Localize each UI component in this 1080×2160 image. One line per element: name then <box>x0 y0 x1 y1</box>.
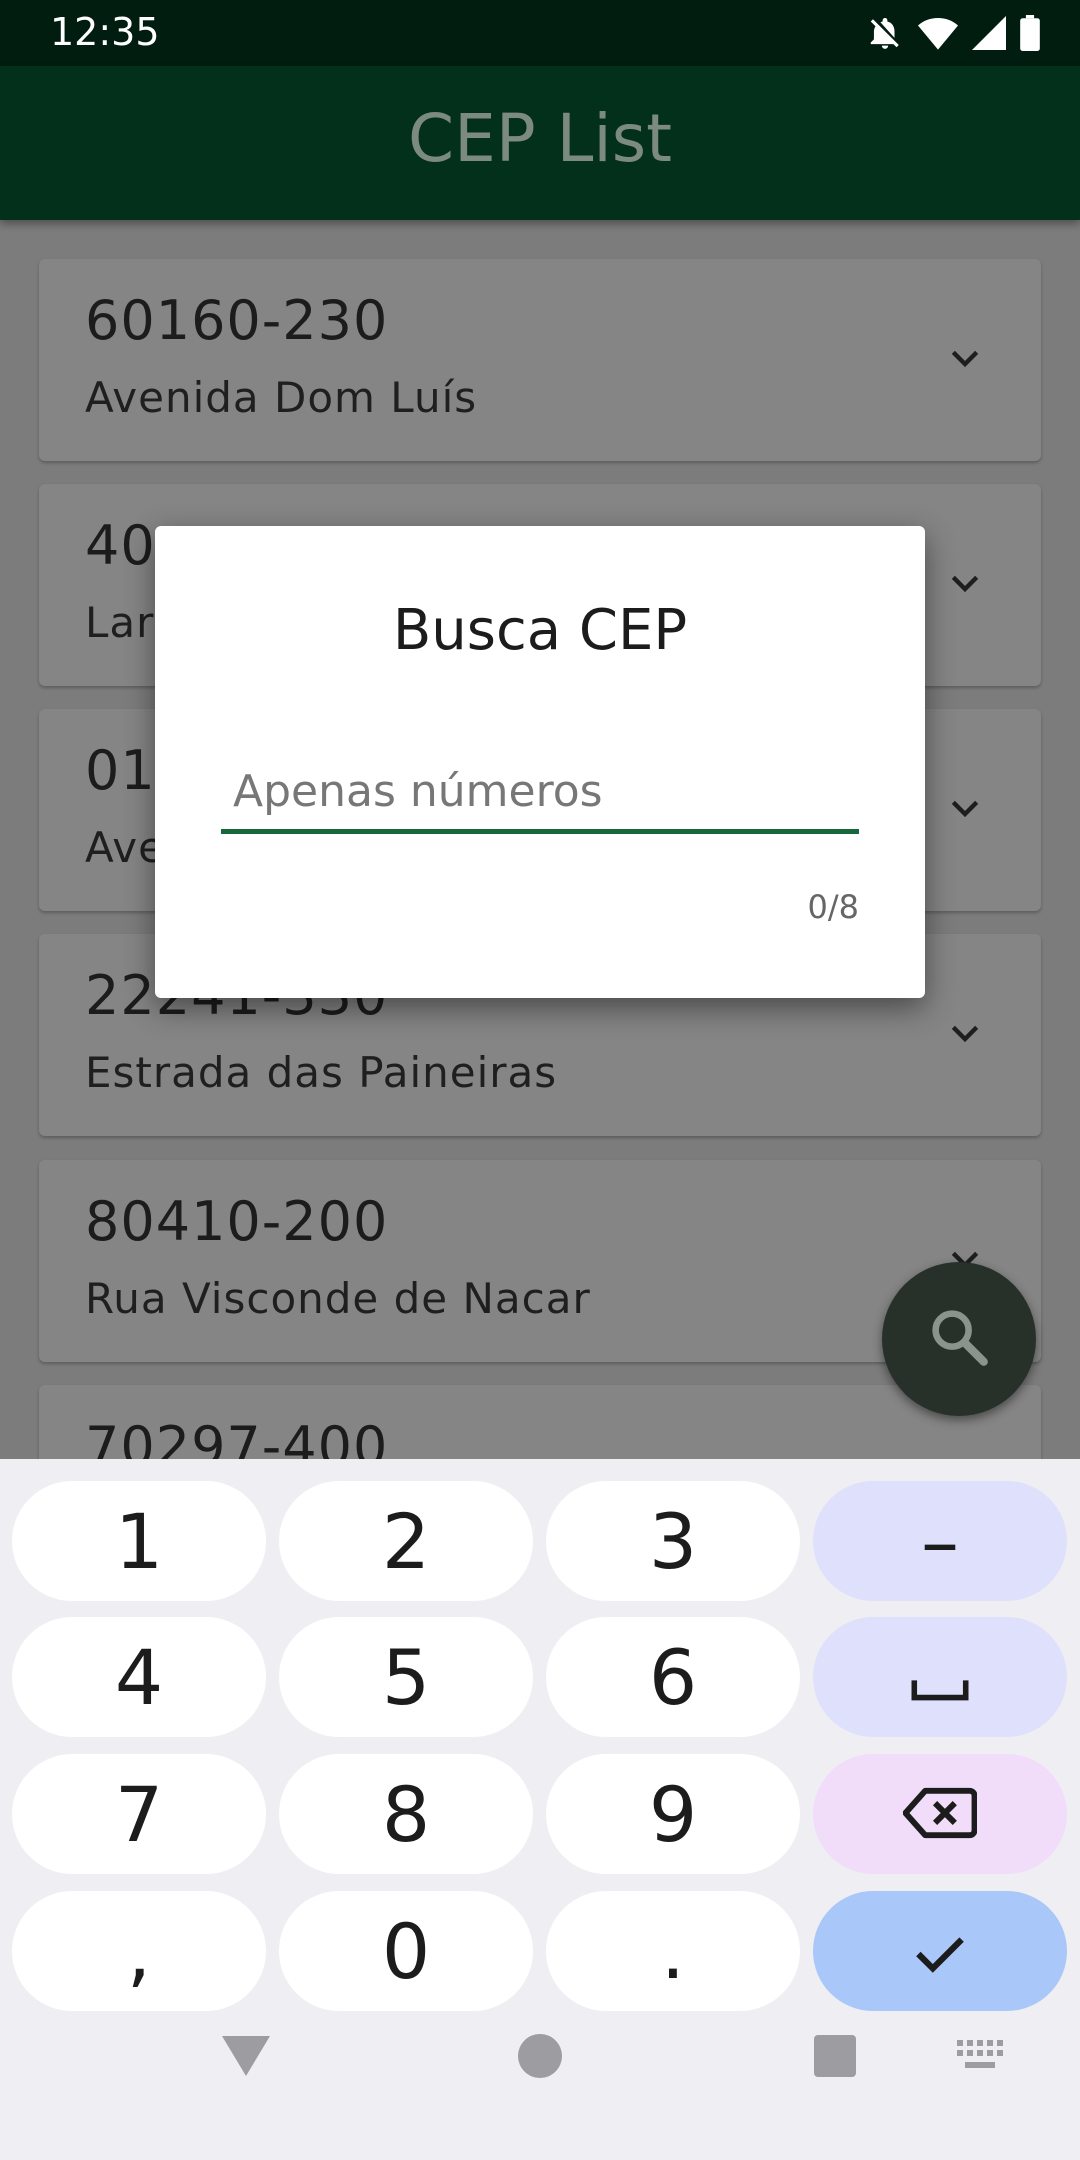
search-icon <box>926 1304 992 1374</box>
cep-street: Ave <box>85 823 165 872</box>
app-bar: CEP List <box>0 66 1080 220</box>
key-5[interactable]: 5 <box>279 1617 533 1737</box>
character-counter: 0/8 <box>807 888 860 926</box>
chevron-down-icon[interactable] <box>945 789 985 833</box>
home-nav-button[interactable] <box>510 2026 570 2086</box>
navigation-bar <box>0 1980 1080 2160</box>
notifications-off-icon <box>866 14 904 52</box>
key-backspace[interactable] <box>813 1754 1067 1874</box>
back-nav-button[interactable] <box>216 2026 276 2086</box>
cep-street: Avenida Dom Luís <box>85 373 478 422</box>
cep-street: Rua Visconde de Nacar <box>85 1274 591 1323</box>
backspace-icon <box>902 1770 978 1859</box>
app-title: CEP List <box>408 100 672 177</box>
key-dash[interactable]: – <box>813 1481 1067 1601</box>
key-6[interactable]: 6 <box>546 1617 800 1737</box>
busca-cep-dialog: Busca CEP 0/8 <box>155 526 925 998</box>
status-time: 12:35 <box>50 10 160 54</box>
chevron-down-icon[interactable] <box>945 1014 985 1058</box>
key-2[interactable]: 2 <box>279 1481 533 1601</box>
chevron-down-icon[interactable] <box>945 339 985 383</box>
cep-input[interactable] <box>221 754 859 834</box>
recents-nav-button[interactable] <box>805 2026 865 2086</box>
cep-code: 80410-200 <box>85 1190 389 1253</box>
battery-icon <box>1020 15 1040 51</box>
cep-code: 60160-230 <box>85 289 389 352</box>
key-9[interactable]: 9 <box>546 1754 800 1874</box>
signal-icon <box>972 16 1006 50</box>
keyboard-switch-icon[interactable] <box>955 2026 1005 2086</box>
status-bar: 12:35 <box>0 0 1080 66</box>
cep-list-item[interactable]: 70297-400 <box>39 1385 1041 1459</box>
key-4[interactable]: 4 <box>12 1617 266 1737</box>
key-3[interactable]: 3 <box>546 1481 800 1601</box>
cep-list-item[interactable]: 60160-230 Avenida Dom Luís <box>39 259 1041 461</box>
key-1[interactable]: 1 <box>12 1481 266 1601</box>
cep-code: 70297-400 <box>85 1415 389 1459</box>
cep-code: 40 <box>85 514 156 577</box>
cep-street: Estrada das Paineiras <box>85 1048 558 1097</box>
space-icon <box>907 1633 973 1722</box>
wifi-icon <box>918 16 958 50</box>
dialog-title: Busca CEP <box>392 598 688 663</box>
key-8[interactable]: 8 <box>279 1754 533 1874</box>
search-fab-button[interactable] <box>882 1262 1036 1416</box>
key-space[interactable] <box>813 1617 1067 1737</box>
cep-street: Lar <box>85 598 155 647</box>
chevron-down-icon[interactable] <box>945 564 985 608</box>
key-7[interactable]: 7 <box>12 1754 266 1874</box>
status-icons <box>866 14 1040 52</box>
